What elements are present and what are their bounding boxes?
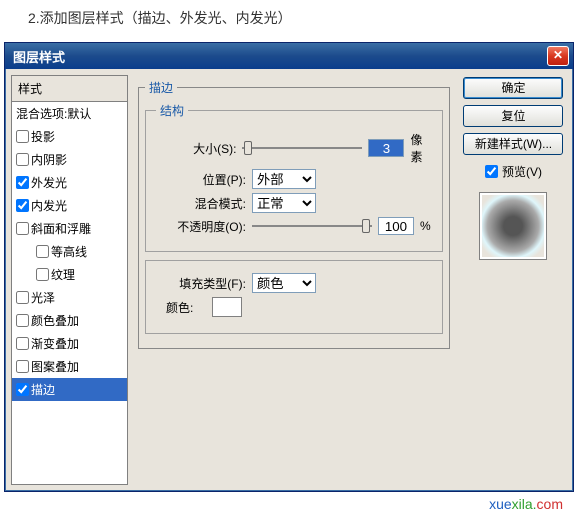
style-item-等高线[interactable]: 等高线 — [12, 240, 127, 263]
stroke-group: 描边 结构 大小(S): 像素 位置(P): 外部 — [138, 79, 450, 349]
style-item-label: 斜面和浮雕 — [31, 220, 91, 237]
blend-select[interactable]: 正常 — [252, 193, 316, 213]
style-checkbox[interactable] — [16, 291, 29, 304]
style-item-label: 内阴影 — [31, 151, 67, 168]
fill-type-label: 填充类型(F): — [156, 275, 246, 292]
stroke-group-label: 描边 — [145, 79, 177, 96]
ok-button[interactable]: 确定 — [463, 77, 563, 99]
size-slider[interactable] — [242, 139, 362, 157]
instruction-text: 2.添加图层样式（描边、外发光、内发光） — [28, 8, 292, 28]
style-checkbox[interactable] — [36, 268, 49, 281]
style-item-label: 纹理 — [51, 266, 75, 283]
style-checkbox[interactable] — [16, 153, 29, 166]
position-row: 位置(P): 外部 — [156, 169, 432, 189]
watermark: xuexila.com — [489, 496, 563, 512]
style-checkbox[interactable] — [16, 176, 29, 189]
style-item-内阴影[interactable]: 内阴影 — [12, 148, 127, 171]
style-checkbox[interactable] — [16, 222, 29, 235]
style-item-label: 内发光 — [31, 197, 67, 214]
opacity-row: 不透明度(O): % — [156, 217, 432, 235]
color-label: 颜色: — [156, 299, 206, 316]
blend-label: 混合模式: — [156, 195, 246, 212]
style-item-内发光[interactable]: 内发光 — [12, 194, 127, 217]
options-panel: 描边 结构 大小(S): 像素 位置(P): 外部 — [134, 75, 454, 485]
style-item-label: 渐变叠加 — [31, 335, 79, 352]
opacity-input[interactable] — [378, 217, 414, 235]
style-item-label: 描边 — [31, 381, 55, 398]
fill-type-row: 填充类型(F): 颜色 — [156, 273, 432, 293]
style-checkbox[interactable] — [36, 245, 49, 258]
style-checkbox[interactable] — [16, 199, 29, 212]
style-item-label: 等高线 — [51, 243, 87, 260]
style-item-label: 投影 — [31, 128, 55, 145]
close-icon: ✕ — [553, 48, 563, 62]
preview-toggle-row: 预览(V) — [485, 163, 542, 180]
style-item-图案叠加[interactable]: 图案叠加 — [12, 355, 127, 378]
style-item-纹理[interactable]: 纹理 — [12, 263, 127, 286]
size-row: 大小(S): 像素 — [156, 131, 432, 165]
style-checkbox[interactable] — [16, 360, 29, 373]
blend-row: 混合模式: 正常 — [156, 193, 432, 213]
style-checkbox[interactable] — [16, 130, 29, 143]
new-style-button[interactable]: 新建样式(W)... — [463, 133, 563, 155]
preview-thumbnail — [479, 192, 547, 260]
close-button[interactable]: ✕ — [547, 46, 569, 66]
style-checkbox[interactable] — [16, 314, 29, 327]
blending-options-row[interactable]: 混合选项:默认 — [12, 102, 127, 125]
structure-label: 结构 — [156, 102, 188, 119]
size-input[interactable] — [368, 139, 404, 157]
style-checkbox[interactable] — [16, 337, 29, 350]
dialog-body: 样式 混合选项:默认 投影内阴影外发光内发光斜面和浮雕等高线纹理光泽颜色叠加渐变… — [5, 69, 573, 491]
right-panel: 确定 复位 新建样式(W)... 预览(V) — [460, 75, 567, 485]
style-item-外发光[interactable]: 外发光 — [12, 171, 127, 194]
size-unit: 像素 — [410, 131, 431, 165]
opacity-label: 不透明度(O): — [156, 218, 246, 235]
opacity-slider[interactable] — [252, 217, 372, 235]
style-item-label: 图案叠加 — [31, 358, 79, 375]
dialog-titlebar[interactable]: 图层样式 ✕ — [5, 43, 573, 69]
color-row: 颜色: — [156, 297, 432, 317]
style-item-描边[interactable]: 描边 — [12, 378, 127, 401]
preview-checkbox[interactable] — [485, 165, 498, 178]
fill-type-select[interactable]: 颜色 — [252, 273, 316, 293]
style-item-label: 外发光 — [31, 174, 67, 191]
preview-label: 预览(V) — [502, 163, 542, 180]
style-checkbox[interactable] — [16, 383, 29, 396]
dialog-title: 图层样式 — [13, 47, 65, 66]
opacity-unit: % — [420, 219, 431, 233]
style-item-光泽[interactable]: 光泽 — [12, 286, 127, 309]
color-swatch[interactable] — [212, 297, 242, 317]
position-label: 位置(P): — [156, 171, 246, 188]
style-item-label: 光泽 — [31, 289, 55, 306]
style-item-颜色叠加[interactable]: 颜色叠加 — [12, 309, 127, 332]
fill-group: 填充类型(F): 颜色 颜色: — [145, 260, 443, 334]
styles-header[interactable]: 样式 — [12, 76, 127, 102]
style-item-投影[interactable]: 投影 — [12, 125, 127, 148]
style-item-label: 颜色叠加 — [31, 312, 79, 329]
position-select[interactable]: 外部 — [252, 169, 316, 189]
style-item-斜面和浮雕[interactable]: 斜面和浮雕 — [12, 217, 127, 240]
structure-group: 结构 大小(S): 像素 位置(P): 外部 混合模式: — [145, 102, 443, 252]
reset-button[interactable]: 复位 — [463, 105, 563, 127]
styles-list-panel: 样式 混合选项:默认 投影内阴影外发光内发光斜面和浮雕等高线纹理光泽颜色叠加渐变… — [11, 75, 128, 485]
style-item-渐变叠加[interactable]: 渐变叠加 — [12, 332, 127, 355]
layer-style-dialog: 图层样式 ✕ 样式 混合选项:默认 投影内阴影外发光内发光斜面和浮雕等高线纹理光… — [4, 42, 574, 492]
size-label: 大小(S): — [156, 140, 237, 157]
